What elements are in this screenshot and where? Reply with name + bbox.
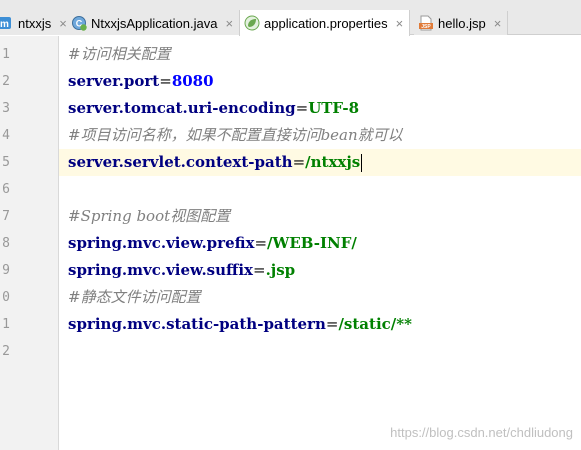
comment-text: #静态文件访问配置 xyxy=(68,288,201,306)
comment-text: #访问相关配置 xyxy=(68,45,171,63)
property-value: 8080 xyxy=(171,72,214,90)
svg-text:m: m xyxy=(0,19,9,30)
line-number: 2 xyxy=(2,344,10,359)
close-icon[interactable]: × xyxy=(59,16,67,31)
current-code-line[interactable]: server.servlet.context-path=/ntxxjs xyxy=(59,149,581,176)
line-number-gutter: 1 2 3 4 5 6 7 8 9 0 1 2 xyxy=(0,36,59,450)
close-icon[interactable]: × xyxy=(225,16,233,31)
code-line[interactable]: spring.mvc.view.prefix=/WEB-INF/ xyxy=(59,230,581,257)
property-value: /static/** xyxy=(338,315,412,333)
line-number: 0 xyxy=(2,290,10,305)
comment-text: #Spring boot视图配置 xyxy=(68,207,231,225)
svg-text:JSP: JSP xyxy=(421,24,431,30)
line-number: 1 xyxy=(2,317,10,332)
line-number: 8 xyxy=(2,236,10,251)
close-icon[interactable]: × xyxy=(396,16,404,31)
tab-label: hello.jsp xyxy=(438,15,486,31)
text-caret xyxy=(361,154,363,172)
code-line-blank[interactable] xyxy=(59,176,581,203)
property-key: server.servlet.context-path xyxy=(68,153,293,171)
code-line[interactable]: server.tomcat.uri-encoding=UTF-8 xyxy=(59,95,581,122)
code-line[interactable]: #静态文件访问配置 xyxy=(59,284,581,311)
code-line[interactable]: spring.mvc.view.suffix=.jsp xyxy=(59,257,581,284)
code-line[interactable]: #访问相关配置 xyxy=(59,41,581,68)
line-number: 3 xyxy=(2,101,10,116)
tab-ntxxjs[interactable]: m ntxxjs × xyxy=(0,11,74,35)
line-number: 7 xyxy=(2,209,10,224)
editor-tab-bar: m ntxxjs × C NtxxjsApplication.java × ap… xyxy=(0,0,581,36)
line-number: 4 xyxy=(2,128,10,143)
line-number: 2 xyxy=(2,74,10,89)
tab-label: application.properties xyxy=(264,15,388,31)
code-line[interactable]: server.port=8080 xyxy=(59,68,581,95)
equals-sign: = xyxy=(252,261,266,279)
comment-text: #项目访问名称，如果不配置直接访问bean就可以 xyxy=(68,126,403,144)
spring-boot-class-icon: C xyxy=(71,15,87,31)
property-key: spring.mvc.view.prefix xyxy=(68,234,255,252)
equals-sign: = xyxy=(325,315,339,333)
code-line[interactable]: spring.mvc.static-path-pattern=/static/*… xyxy=(59,311,581,338)
line-number: 6 xyxy=(2,182,10,197)
code-line[interactable]: #Spring boot视图配置 xyxy=(59,203,581,230)
property-value: UTF-8 xyxy=(308,99,360,117)
property-value: .jsp xyxy=(265,261,296,279)
jsp-file-icon: JSP xyxy=(418,15,434,31)
watermark: https://blog.csdn.net/chdliudong xyxy=(390,425,573,440)
property-value: /WEB-INF/ xyxy=(267,234,357,252)
tab-label: NtxxjsApplication.java xyxy=(91,15,218,31)
module-icon: m xyxy=(0,15,14,31)
line-number: 9 xyxy=(2,263,10,278)
tab-label: ntxxjs xyxy=(18,15,52,31)
code-line-blank[interactable] xyxy=(59,338,581,365)
property-value: /ntxxjs xyxy=(305,153,361,171)
property-key: spring.mvc.static-path-pattern xyxy=(68,315,326,333)
property-key: spring.mvc.view.suffix xyxy=(68,261,253,279)
equals-sign: = xyxy=(159,72,172,90)
equals-sign: = xyxy=(254,234,268,252)
spring-leaf-icon xyxy=(244,15,260,31)
equals-sign: = xyxy=(292,153,306,171)
tab-ntxxjs-application-java[interactable]: C NtxxjsApplication.java × xyxy=(67,11,241,35)
tab-application-properties[interactable]: application.properties × xyxy=(239,10,411,36)
property-key: server.tomcat.uri-encoding xyxy=(68,99,296,117)
equals-sign: = xyxy=(295,99,309,117)
property-key: server.port xyxy=(68,72,160,90)
line-number: 1 xyxy=(2,47,10,62)
line-number: 5 xyxy=(2,155,10,170)
code-line[interactable]: #项目访问名称，如果不配置直接访问bean就可以 xyxy=(59,122,581,149)
close-icon[interactable]: × xyxy=(494,16,502,31)
tab-hello-jsp[interactable]: JSP hello.jsp × xyxy=(414,11,509,35)
